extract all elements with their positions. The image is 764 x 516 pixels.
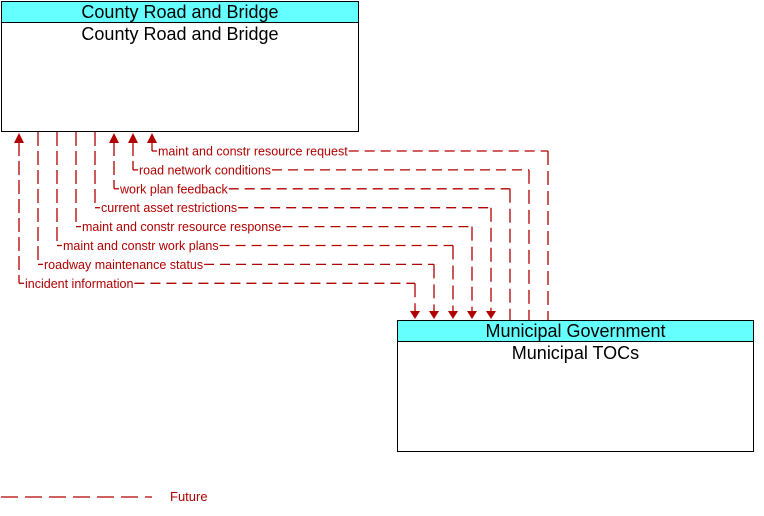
arrow-down-icon	[448, 311, 458, 319]
arrow-down-icon	[467, 311, 477, 319]
flow-label: maint and constr resource request	[158, 145, 348, 159]
arrow-up-icon	[147, 133, 157, 143]
arrow-down-icon	[486, 311, 496, 319]
flow-label: maint and constr work plans	[63, 239, 219, 253]
flow-label: roadway maintenance status	[44, 258, 203, 272]
flow-label: work plan feedback	[119, 182, 228, 196]
arrow-down-icon	[410, 311, 420, 319]
arrow-up-icon	[14, 133, 24, 143]
flow-label: maint and constr resource response	[82, 220, 281, 234]
arrow-up-icon	[109, 133, 119, 143]
arrow-up-icon	[128, 133, 138, 143]
arrow-down-icon	[429, 311, 439, 319]
flow-label: current asset restrictions	[101, 201, 237, 215]
flow-label: road network conditions	[139, 163, 271, 177]
flow-diagram: maint and constr resource request road ne…	[1, 132, 549, 498]
legend-future-label: Future	[170, 489, 208, 504]
flow-label: incident information	[25, 277, 133, 291]
